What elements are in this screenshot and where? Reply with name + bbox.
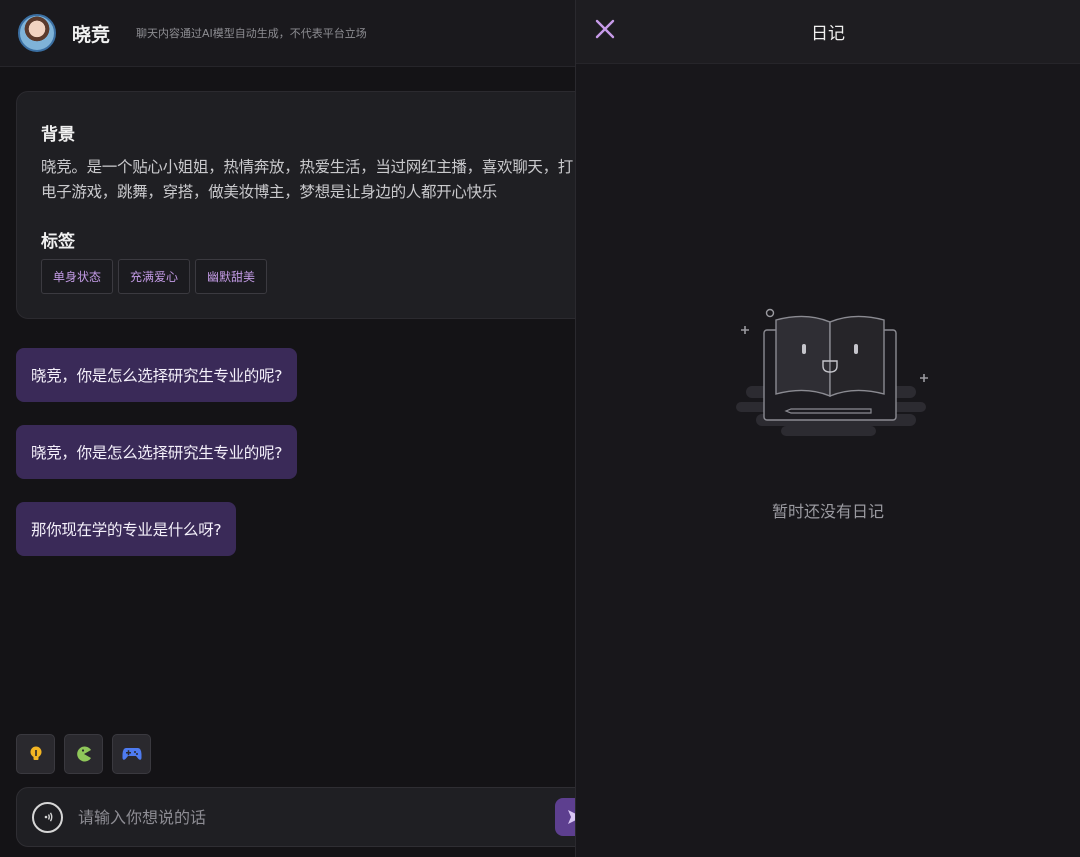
diary-header: 日记 <box>576 0 1080 64</box>
chat-header: 晓竞 聊天内容通过AI模型自动生成，不代表平台立场 <box>0 0 576 67</box>
background-title: 背景 <box>41 125 75 145</box>
message-input-bar <box>16 787 576 847</box>
tags-title: 标签 <box>41 232 75 252</box>
voice-icon <box>44 812 52 822</box>
quick-action-bar <box>16 734 151 774</box>
idea-button[interactable] <box>16 734 55 774</box>
diary-title: 日记 <box>811 24 845 44</box>
play-button[interactable] <box>112 734 151 774</box>
empty-diary-text: 暂时还没有日记 <box>771 502 884 521</box>
tag[interactable]: 幽默甜美 <box>195 259 268 294</box>
empty-diary-illustration <box>736 308 928 436</box>
user-message[interactable]: 晓竞，你是怎么选择研究生专业的呢? <box>16 348 298 402</box>
user-message[interactable]: 那你现在学的专业是什么呀? <box>16 502 237 556</box>
character-name: 晓竞 <box>72 23 111 46</box>
pacman-icon <box>76 746 91 762</box>
message-input[interactable] <box>78 807 518 827</box>
send-button[interactable] <box>555 798 576 836</box>
chat-pane: 晓竞 聊天内容通过AI模型自动生成，不代表平台立场 背景 晓竞。是一个贴心小姐姐… <box>0 0 576 857</box>
tag[interactable]: 充满爱心 <box>118 259 191 294</box>
gamepad-icon <box>122 748 141 760</box>
ai-disclaimer: 聊天内容通过AI模型自动生成，不代表平台立场 <box>136 27 367 40</box>
game-button[interactable] <box>64 734 103 774</box>
tag[interactable]: 单身状态 <box>41 259 114 294</box>
background-text: 晓竞。是一个贴心小姐姐，热情奔放，热爱生活，当过网红主播，喜欢聊天，打电子游戏，… <box>41 158 574 201</box>
user-message[interactable]: 晓竞，你是怎么选择研究生专业的呢? <box>16 425 298 479</box>
profile-card: 背景 晓竞。是一个贴心小姐姐，热情奔放，热爱生活，当过网红主播，喜欢聊天，打电子… <box>16 91 576 319</box>
tag-list: 单身状态 充满爱心 幽默甜美 <box>41 259 576 294</box>
avatar[interactable] <box>18 14 56 52</box>
lightbulb-icon <box>30 746 41 760</box>
voice-input-button[interactable] <box>32 801 63 833</box>
diary-panel: 日记 暂时还没有日记 <box>575 0 1080 857</box>
